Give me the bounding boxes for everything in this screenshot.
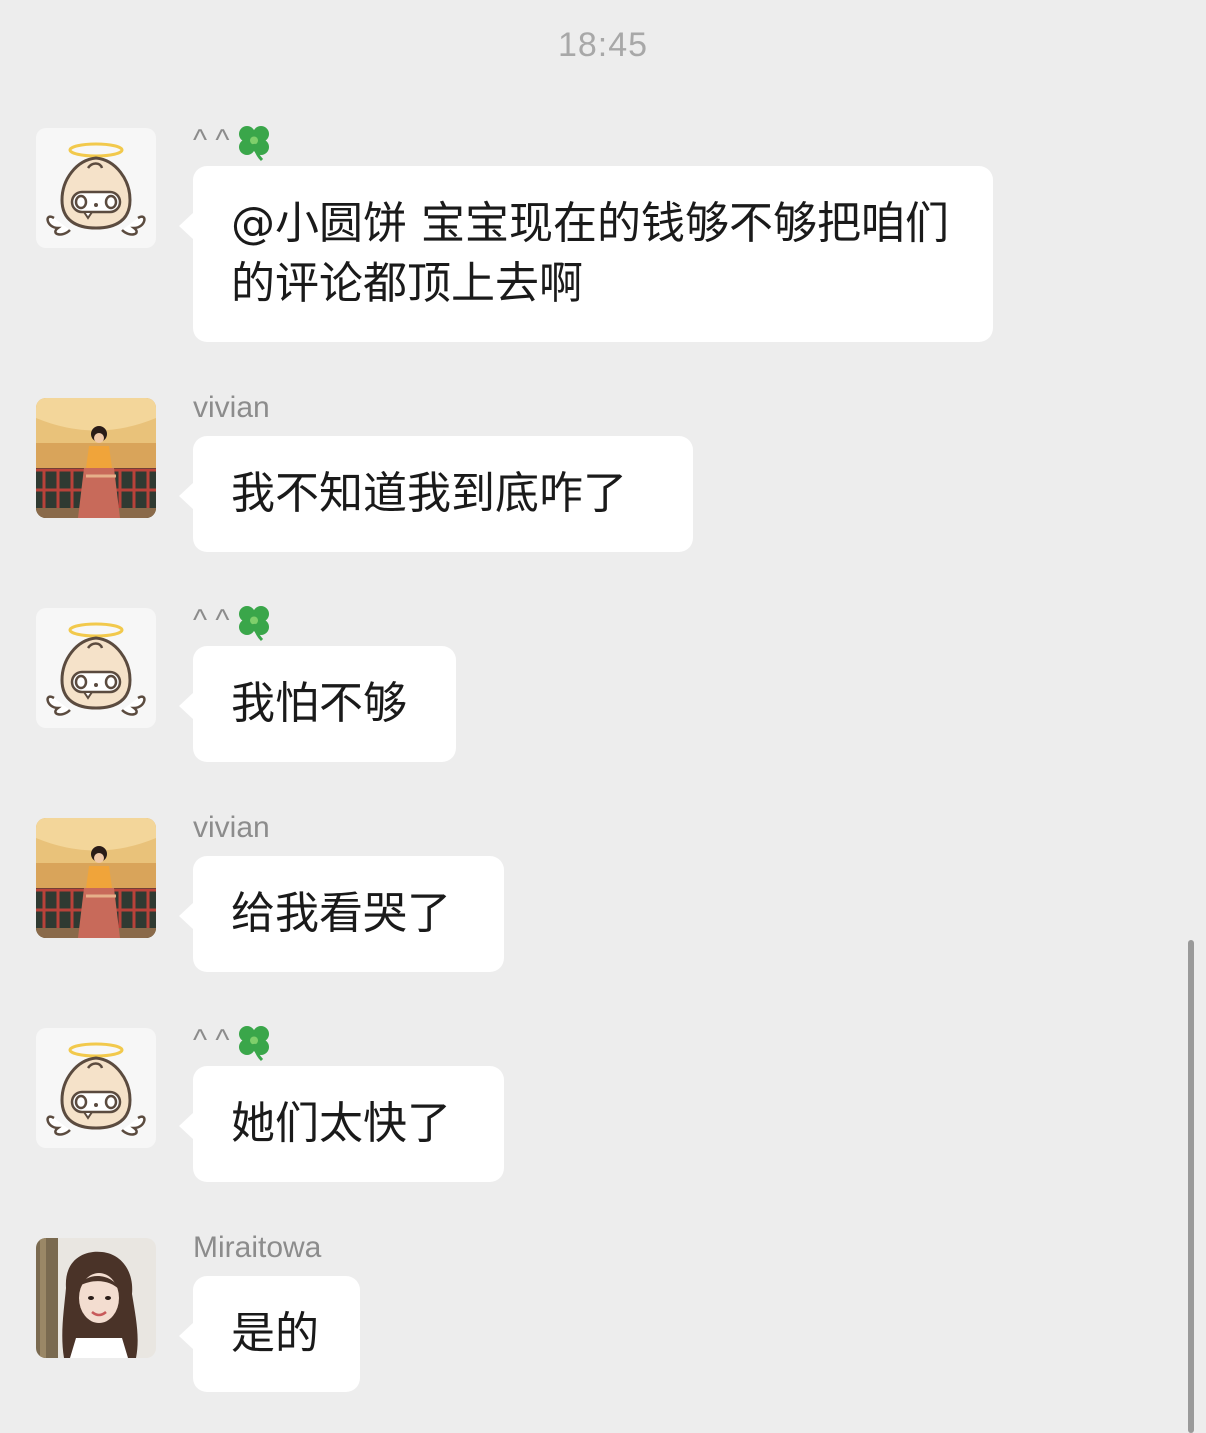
sender-name: ^ ^ bbox=[193, 120, 276, 164]
sender-name-text: ^ ^ bbox=[193, 123, 230, 157]
chat-timestamp: 18:45 bbox=[557, 26, 649, 64]
message-bubble[interactable]: @小圆饼 宝宝现在的钱够不够把咱们的评论都顶上去啊 bbox=[179, 166, 993, 342]
sender-name: vivian bbox=[193, 391, 270, 424]
vivian-photo-icon bbox=[36, 398, 156, 518]
angel-mascot-icon bbox=[36, 1028, 156, 1148]
angel-mascot-icon bbox=[36, 608, 156, 728]
vivian-photo-avatar[interactable] bbox=[36, 398, 156, 518]
four-leaf-clover-icon bbox=[232, 600, 276, 644]
angel-mascot-avatar[interactable] bbox=[36, 608, 156, 728]
message-bubble[interactable]: 我不知道我到底咋了 bbox=[179, 436, 693, 552]
message-bubble[interactable]: 她们太快了 bbox=[179, 1066, 504, 1182]
sender-name-text: ^ ^ bbox=[193, 603, 230, 637]
angel-mascot-icon bbox=[36, 128, 156, 248]
sender-name: ^ ^ bbox=[193, 1020, 276, 1064]
message-bubble[interactable]: 给我看哭了 bbox=[179, 856, 504, 972]
vivian-photo-icon bbox=[36, 818, 156, 938]
sender-name-text: ^ ^ bbox=[193, 1023, 230, 1057]
message-bubble[interactable]: 我怕不够 bbox=[179, 646, 456, 762]
miraitowa-photo-icon bbox=[36, 1238, 156, 1358]
angel-mascot-avatar[interactable] bbox=[36, 128, 156, 248]
scrollbar[interactable] bbox=[1188, 940, 1194, 1433]
miraitowa-photo-avatar[interactable] bbox=[36, 1238, 156, 1358]
angel-mascot-avatar[interactable] bbox=[36, 1028, 156, 1148]
sender-name: ^ ^ bbox=[193, 600, 276, 644]
message-bubble[interactable]: 是的 bbox=[179, 1276, 360, 1392]
sender-name: Miraitowa bbox=[193, 1231, 322, 1264]
vivian-photo-avatar[interactable] bbox=[36, 818, 156, 938]
sender-name: vivian bbox=[193, 811, 270, 844]
four-leaf-clover-icon bbox=[232, 1020, 276, 1064]
four-leaf-clover-icon bbox=[232, 120, 276, 164]
